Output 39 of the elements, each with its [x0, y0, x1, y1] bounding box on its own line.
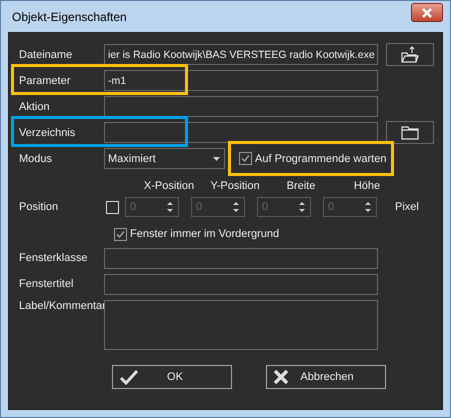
input-field[interactable] — [104, 122, 378, 143]
field-label: Modus — [19, 152, 54, 164]
wait-checkbox[interactable]: Auf Programmende warten — [239, 150, 386, 167]
close-icon — [273, 369, 289, 385]
ok-button[interactable]: OK — [112, 365, 232, 389]
field-label: Aktion — [19, 100, 51, 112]
checkmark-icon — [119, 369, 139, 385]
folder-upload-icon — [400, 46, 420, 64]
browse-button[interactable] — [386, 43, 434, 66]
close-button[interactable] — [411, 3, 443, 22]
input-field[interactable] — [104, 248, 378, 268]
column-header: Breite — [286, 180, 316, 194]
window-title: Objekt-Eigenschaften — [11, 10, 127, 24]
topmost-checkbox[interactable]: Fenster immer im Vordergrund — [114, 227, 442, 241]
field-label: Fensterklasse — [19, 252, 88, 264]
position-checkbox[interactable] — [106, 200, 119, 214]
input-field[interactable]: ier is Radio Kootwijk\BAS VERSTEEG radio Kootwijk.exe — [104, 44, 378, 65]
field-label: Dateiname — [19, 48, 74, 60]
field-label: Label/Kommentar — [19, 300, 104, 312]
mode-dropdown[interactable]: Maximiert — [104, 148, 225, 169]
checkmark-icon — [240, 153, 251, 164]
input-field[interactable] — [104, 274, 378, 294]
column-header: Höhe — [352, 180, 382, 194]
column-header: Y-Position — [209, 180, 261, 194]
field-label: Fenstertitel — [19, 278, 74, 290]
close-icon — [421, 8, 433, 18]
input-field[interactable] — [104, 96, 378, 117]
comment-textarea[interactable] — [104, 300, 378, 350]
unit-label: Pixel — [395, 201, 419, 213]
dropdown-arrow-icon — [213, 156, 220, 160]
field-label: Position — [19, 201, 60, 213]
input-field[interactable]: -m1 — [104, 70, 378, 91]
cancel-button[interactable]: Abbrechen — [266, 365, 386, 389]
checkmark-icon — [115, 228, 126, 240]
column-header: X-Position — [142, 180, 196, 194]
folder-icon — [401, 126, 419, 140]
browse-button[interactable] — [386, 121, 434, 144]
field-label: Parameter — [19, 74, 72, 86]
field-label: Verzeichnis — [19, 126, 76, 138]
